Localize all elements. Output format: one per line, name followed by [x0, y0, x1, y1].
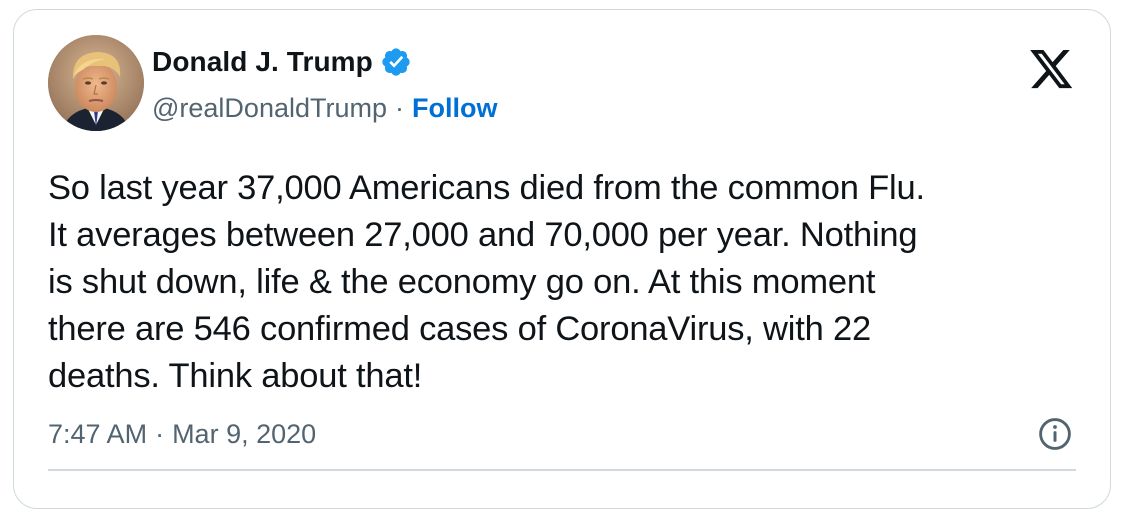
tweet-meta: 7:47 AM · Mar 9, 2020	[48, 414, 316, 454]
author-handle-row: @realDonaldTrump · Follow	[152, 88, 497, 128]
avatar[interactable]	[48, 35, 144, 131]
author-display-name[interactable]: Donald J. Trump	[152, 46, 373, 78]
tweet-card: Donald J. Trump @realDonaldTrump · Follo…	[13, 9, 1111, 509]
tweet-date[interactable]: Mar 9, 2020	[172, 419, 316, 450]
handle-separator: ·	[395, 92, 404, 123]
meta-separator: ·	[155, 418, 165, 449]
author-handle[interactable]: @realDonaldTrump	[152, 93, 387, 124]
verified-badge-icon	[380, 46, 412, 78]
avatar-photo	[48, 35, 144, 131]
author-name-row: Donald J. Trump	[152, 42, 412, 82]
x-logo-icon[interactable]	[1030, 50, 1074, 90]
tweet-text: So last year 37,000 Americans died from …	[48, 169, 925, 395]
follow-button[interactable]: Follow	[412, 93, 497, 124]
info-icon[interactable]	[1037, 416, 1073, 452]
divider	[48, 469, 1076, 471]
tweet-time[interactable]: 7:47 AM	[48, 419, 147, 450]
